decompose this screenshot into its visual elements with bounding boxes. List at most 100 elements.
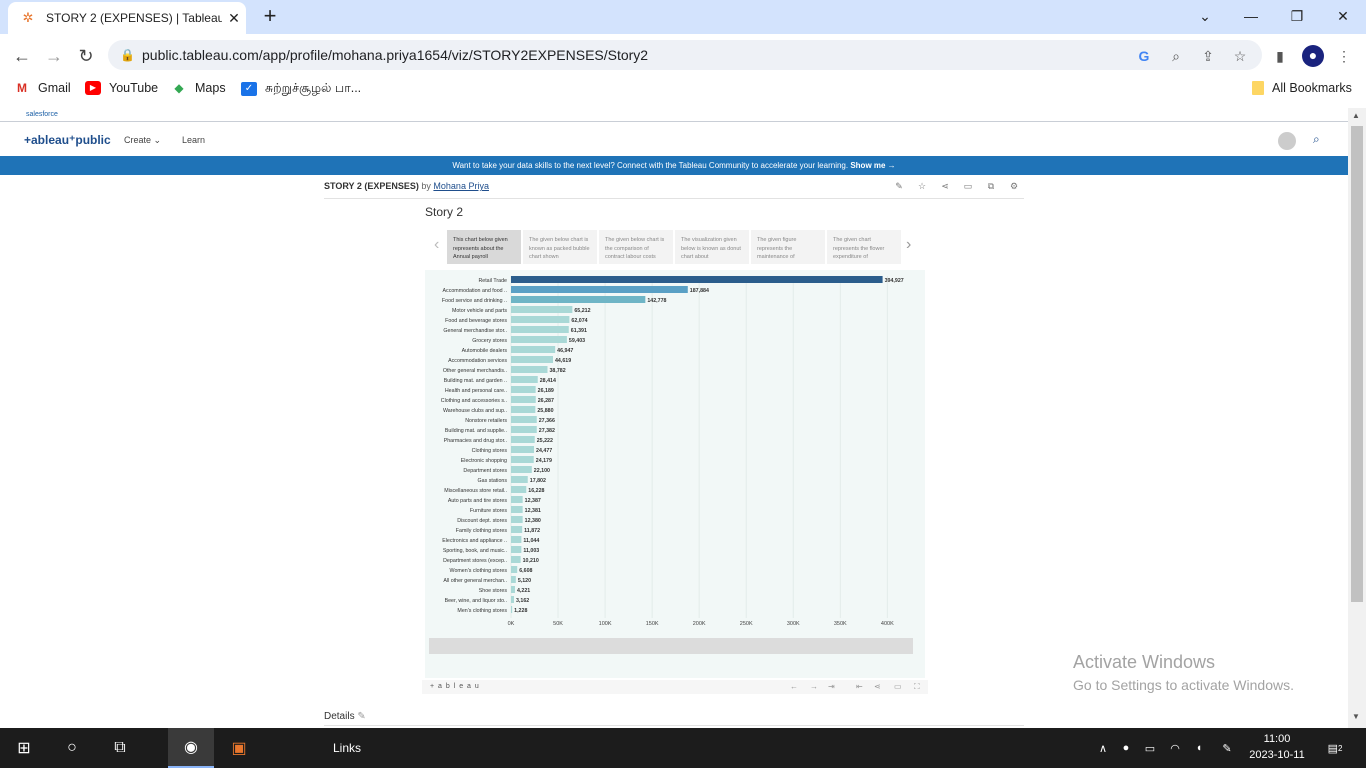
settings-icon[interactable]: ⚙ xyxy=(1007,181,1021,192)
share-icon[interactable]: ⇪ xyxy=(1198,46,1218,66)
bar[interactable] xyxy=(511,406,536,413)
bar[interactable] xyxy=(511,286,688,293)
undo-icon[interactable]: ← xyxy=(790,682,798,691)
bar[interactable] xyxy=(511,546,522,553)
bar[interactable] xyxy=(511,556,521,563)
pen-icon[interactable]: ✎ xyxy=(1214,728,1240,768)
all-bookmarks[interactable]: All Bookmarks xyxy=(1252,81,1352,95)
clock[interactable]: 11:00 2023-10-11 xyxy=(1244,731,1310,763)
back-button[interactable]: ← xyxy=(9,43,35,69)
wifi-icon[interactable]: ◠ xyxy=(1164,728,1186,768)
author-link[interactable]: Mohana Priya xyxy=(433,181,489,191)
bookmark-gmail[interactable]: M Gmail xyxy=(14,81,71,95)
search-icon[interactable]: ⌕ xyxy=(1313,132,1320,147)
first-icon[interactable]: ⇤ xyxy=(856,682,863,691)
reload-button[interactable]: ↻ xyxy=(73,43,99,69)
bar[interactable] xyxy=(511,566,518,573)
bar[interactable] xyxy=(511,306,573,313)
google-lens-icon[interactable]: G xyxy=(1134,46,1154,66)
bar[interactable] xyxy=(511,456,534,463)
share-viz-icon[interactable]: ⋖ xyxy=(874,682,881,691)
nav-create[interactable]: Create ⌄ xyxy=(124,135,161,146)
bar[interactable] xyxy=(511,356,553,363)
redo-icon[interactable]: → xyxy=(810,682,818,691)
minimize-button[interactable]: — xyxy=(1240,5,1262,27)
bar[interactable] xyxy=(511,516,523,523)
bookmark-tamil[interactable]: ✓ சுற்றுச்சூழல் பா... xyxy=(241,81,361,97)
tab-search-dropdown-icon[interactable]: ⌄ xyxy=(1194,5,1216,27)
tableau-public-logo[interactable]: +ableau⁺public xyxy=(24,133,111,147)
bar[interactable] xyxy=(511,606,513,613)
forward-button[interactable]: → xyxy=(41,43,67,69)
bar[interactable] xyxy=(511,376,538,383)
restore-button[interactable]: ❐ xyxy=(1286,5,1308,27)
bar[interactable] xyxy=(511,316,570,323)
search-button[interactable]: ○ xyxy=(48,728,96,768)
bookmark-youtube[interactable]: ▶ YouTube xyxy=(85,81,158,95)
show-me-link[interactable]: Show me → xyxy=(850,161,895,170)
bar[interactable] xyxy=(511,476,528,483)
new-tab-button[interactable]: + xyxy=(258,4,282,28)
bar[interactable] xyxy=(511,426,537,433)
profile-avatar[interactable]: ● xyxy=(1302,45,1324,67)
page-scrollbar[interactable]: ▲ ▼ xyxy=(1348,108,1366,728)
salesforce-logo[interactable]: salesforce xyxy=(26,111,58,118)
menu-icon[interactable]: ⋮ xyxy=(1334,46,1354,66)
bar[interactable] xyxy=(511,326,569,333)
bar[interactable] xyxy=(511,496,523,503)
nav-learn[interactable]: Learn xyxy=(182,135,205,145)
revert-icon[interactable]: ⇥ xyxy=(828,682,835,691)
details-section[interactable]: Details ✎ xyxy=(324,711,366,722)
story-point-4[interactable]: The visualization given below is known a… xyxy=(675,230,749,264)
bar[interactable] xyxy=(511,506,523,513)
bar[interactable] xyxy=(511,276,883,283)
comment-viz-icon[interactable]: ▭ xyxy=(894,682,902,691)
battery-icon[interactable]: ▭ xyxy=(1140,728,1160,768)
bar[interactable] xyxy=(511,346,556,353)
scroll-down-icon[interactable]: ▼ xyxy=(1352,712,1360,721)
favorite-icon[interactable]: ☆ xyxy=(915,181,929,192)
browser-tab[interactable]: ✲ STORY 2 (EXPENSES) | Tableau P ✕ xyxy=(8,2,246,34)
bar[interactable] xyxy=(511,486,527,493)
bar[interactable] xyxy=(511,436,535,443)
story-point-5[interactable]: The given figure represents the maintena… xyxy=(751,230,825,264)
tab-close-icon[interactable]: ✕ xyxy=(222,10,246,27)
bar[interactable] xyxy=(511,386,536,393)
bookmark-maps[interactable]: ◆ Maps xyxy=(171,81,225,95)
defender-icon[interactable]: ● xyxy=(1116,728,1136,768)
bar[interactable] xyxy=(511,466,532,473)
tray-chevron-icon[interactable]: ∧ xyxy=(1094,728,1112,768)
tableau-footer-logo[interactable]: + a b l e a u xyxy=(430,683,480,690)
powerpoint-taskbar-icon[interactable]: ▣ xyxy=(216,728,262,768)
bar[interactable] xyxy=(511,596,514,603)
copy-icon[interactable]: ⧉ xyxy=(984,181,998,192)
scrollbar-thumb[interactable] xyxy=(1351,126,1363,602)
start-button[interactable]: ⊞ xyxy=(0,728,48,768)
chart-scroll-strip[interactable] xyxy=(429,638,913,654)
comment-icon[interactable]: ▭ xyxy=(961,181,975,192)
bar[interactable] xyxy=(511,536,522,543)
side-panel-icon[interactable]: ▮ xyxy=(1270,46,1290,66)
chrome-taskbar-icon[interactable]: ◉ xyxy=(168,728,214,768)
links-toolbar[interactable]: Links xyxy=(322,728,372,768)
bar[interactable] xyxy=(511,336,567,343)
close-window-button[interactable]: ✕ xyxy=(1332,5,1354,27)
scroll-up-icon[interactable]: ▲ xyxy=(1352,111,1360,120)
bar[interactable] xyxy=(511,576,516,583)
pencil-icon[interactable]: ✎ xyxy=(357,711,365,722)
bar[interactable] xyxy=(511,526,523,533)
zoom-icon[interactable]: ⌕ xyxy=(1166,46,1186,66)
fullscreen-icon[interactable]: ⛶ xyxy=(914,682,920,692)
edit-icon[interactable]: ✎ xyxy=(892,181,906,192)
share-icon[interactable]: ⋖ xyxy=(938,181,952,192)
bar[interactable] xyxy=(511,416,537,423)
bar[interactable] xyxy=(511,446,535,453)
bar[interactable] xyxy=(511,396,536,403)
story-point-1[interactable]: This chart below given represents about … xyxy=(447,230,521,264)
story-point-2[interactable]: The given below chart is known as packed… xyxy=(523,230,597,264)
task-view-button[interactable]: ⧉ xyxy=(96,728,144,768)
notifications-icon[interactable]: ▤ 2 xyxy=(1320,728,1350,768)
bar[interactable] xyxy=(511,366,548,373)
address-bar[interactable]: 🔒 public.tableau.com/app/profile/mohana.… xyxy=(108,40,1262,70)
story-point-3[interactable]: The given below chart is the comparison … xyxy=(599,230,673,264)
